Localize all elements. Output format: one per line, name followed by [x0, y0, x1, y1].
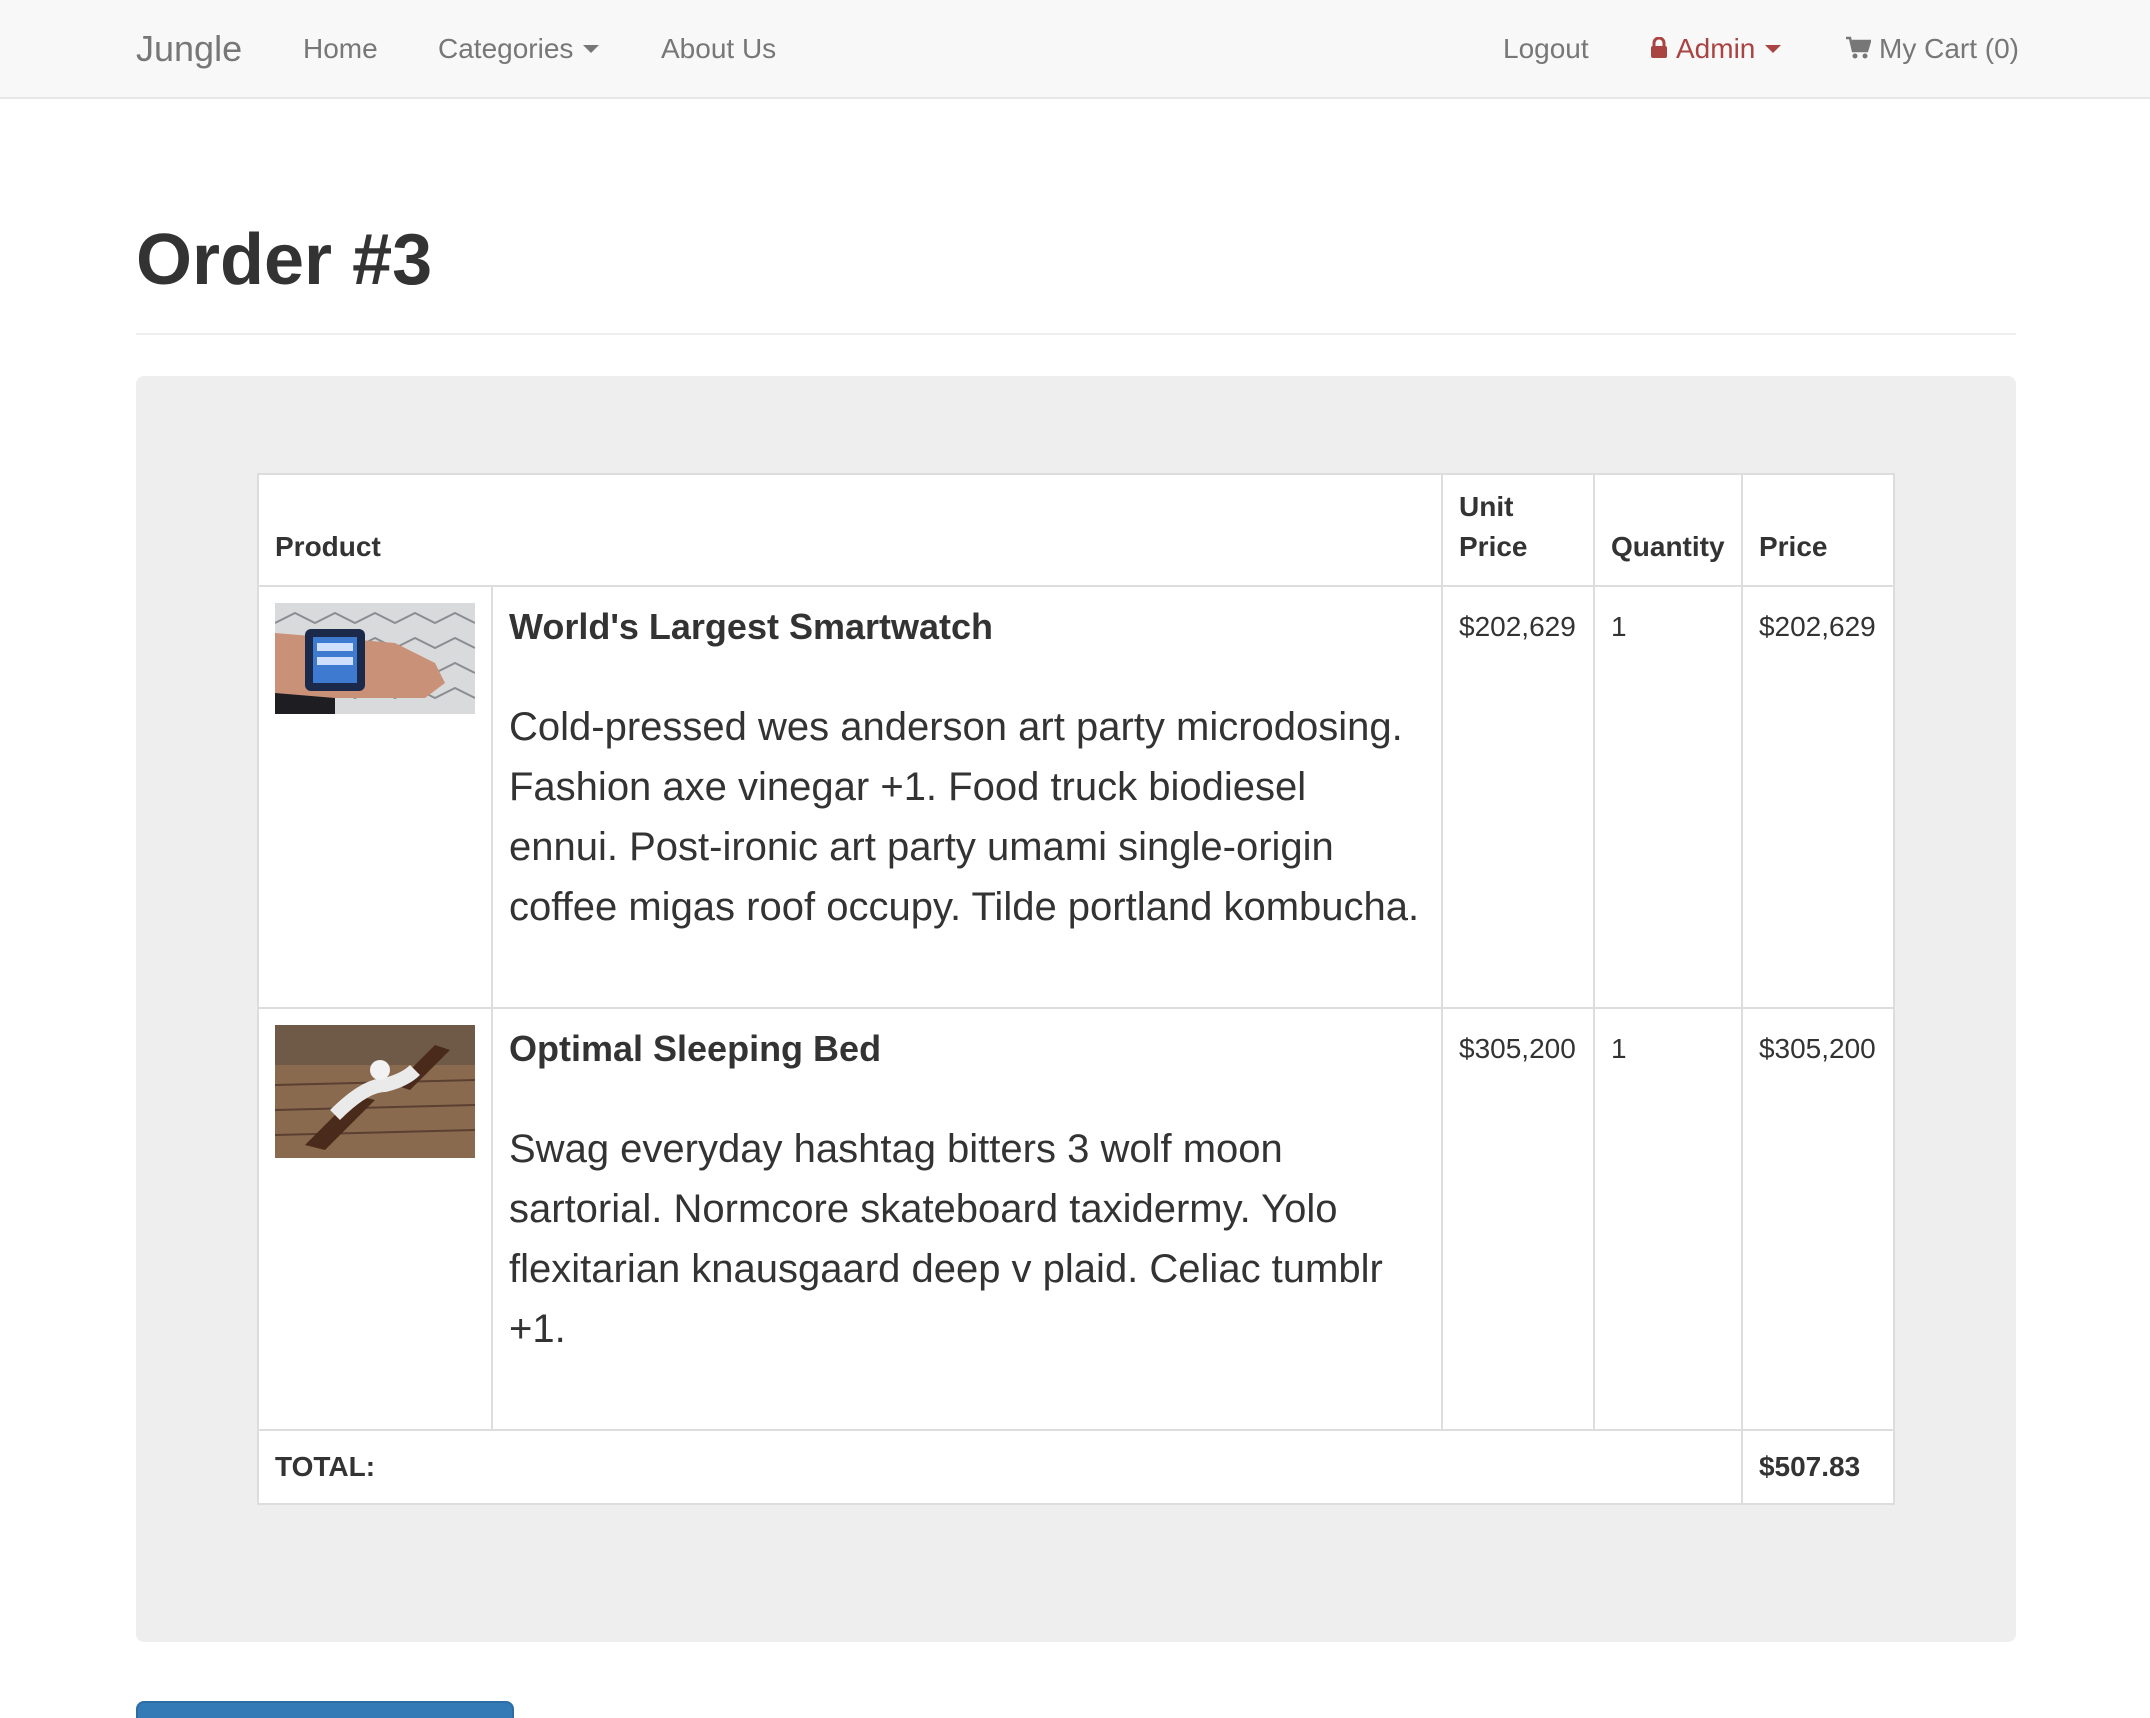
quantity-cell: 1 — [1592, 585, 1743, 1009]
bed-photo-icon — [275, 1025, 475, 1158]
smartwatch-photo-icon — [275, 603, 475, 714]
nav-categories-label: Categories — [438, 33, 574, 64]
table-row: Optimal Sleeping Bed Swag everyday hasht… — [257, 1007, 1896, 1431]
price-cell: $202,629 — [1740, 585, 1896, 1009]
nav-home-link[interactable]: Home — [303, 0, 378, 97]
my-cart-label: My Cart (0) — [1879, 33, 2019, 64]
table-row: World's Largest Smartwatch Cold-pressed … — [257, 585, 1896, 1009]
nav-about-link[interactable]: About Us — [661, 0, 776, 97]
header-price: Price — [1740, 473, 1896, 587]
total-row: TOTAL: $507.83 — [257, 1429, 1896, 1505]
nav-categories-dropdown[interactable]: Categories — [438, 0, 600, 97]
my-cart-link[interactable]: My Cart (0) — [1845, 0, 2019, 97]
quantity-cell: 1 — [1592, 1007, 1743, 1431]
admin-dropdown[interactable]: Admin — [1650, 0, 1782, 97]
product-details-cell: World's Largest Smartwatch Cold-pressed … — [491, 585, 1443, 1009]
header-unit-price-line1: Unit — [1459, 491, 1514, 522]
header-product: Product — [257, 473, 1443, 587]
logout-link[interactable]: Logout — [1503, 0, 1589, 97]
header-divider — [136, 333, 2016, 335]
brand-link[interactable]: Jungle — [136, 0, 242, 97]
product-name: World's Largest Smartwatch — [509, 606, 994, 647]
primary-action-button[interactable] — [136, 1701, 514, 1718]
product-description: Cold-pressed wes anderson art party micr… — [509, 705, 1420, 929]
header-quantity: Quantity — [1592, 473, 1743, 587]
product-name: Optimal Sleeping Bed — [509, 1028, 882, 1069]
product-description: Swag everyday hashtag bitters 3 wolf moo… — [509, 1127, 1383, 1351]
admin-label: Admin — [1676, 33, 1756, 64]
product-image-cell — [257, 585, 493, 1009]
unit-price-cell: $202,629 — [1441, 585, 1595, 1009]
unit-price-cell: $305,200 — [1441, 1007, 1595, 1431]
order-items-table: Product Unit Price Quantity Price World'… — [257, 473, 1896, 1505]
lock-icon — [1650, 36, 1668, 59]
product-image-cell — [257, 1007, 493, 1431]
header-unit-price: Unit Price — [1441, 473, 1595, 587]
total-label: TOTAL: — [257, 1429, 1743, 1505]
total-value: $507.83 — [1740, 1429, 1896, 1505]
chevron-down-icon — [1765, 45, 1782, 54]
product-details-cell: Optimal Sleeping Bed Swag everyday hasht… — [491, 1007, 1443, 1431]
table-header-row: Product Unit Price Quantity Price — [257, 473, 1896, 587]
shopping-cart-icon — [1845, 36, 1871, 60]
page-title: Order #3 — [136, 220, 433, 300]
top-navbar: Jungle Home Categories About Us Logout A… — [0, 0, 2150, 99]
header-unit-price-line2: Price — [1459, 531, 1528, 562]
chevron-down-icon — [583, 45, 600, 54]
price-cell: $305,200 — [1740, 1007, 1896, 1431]
